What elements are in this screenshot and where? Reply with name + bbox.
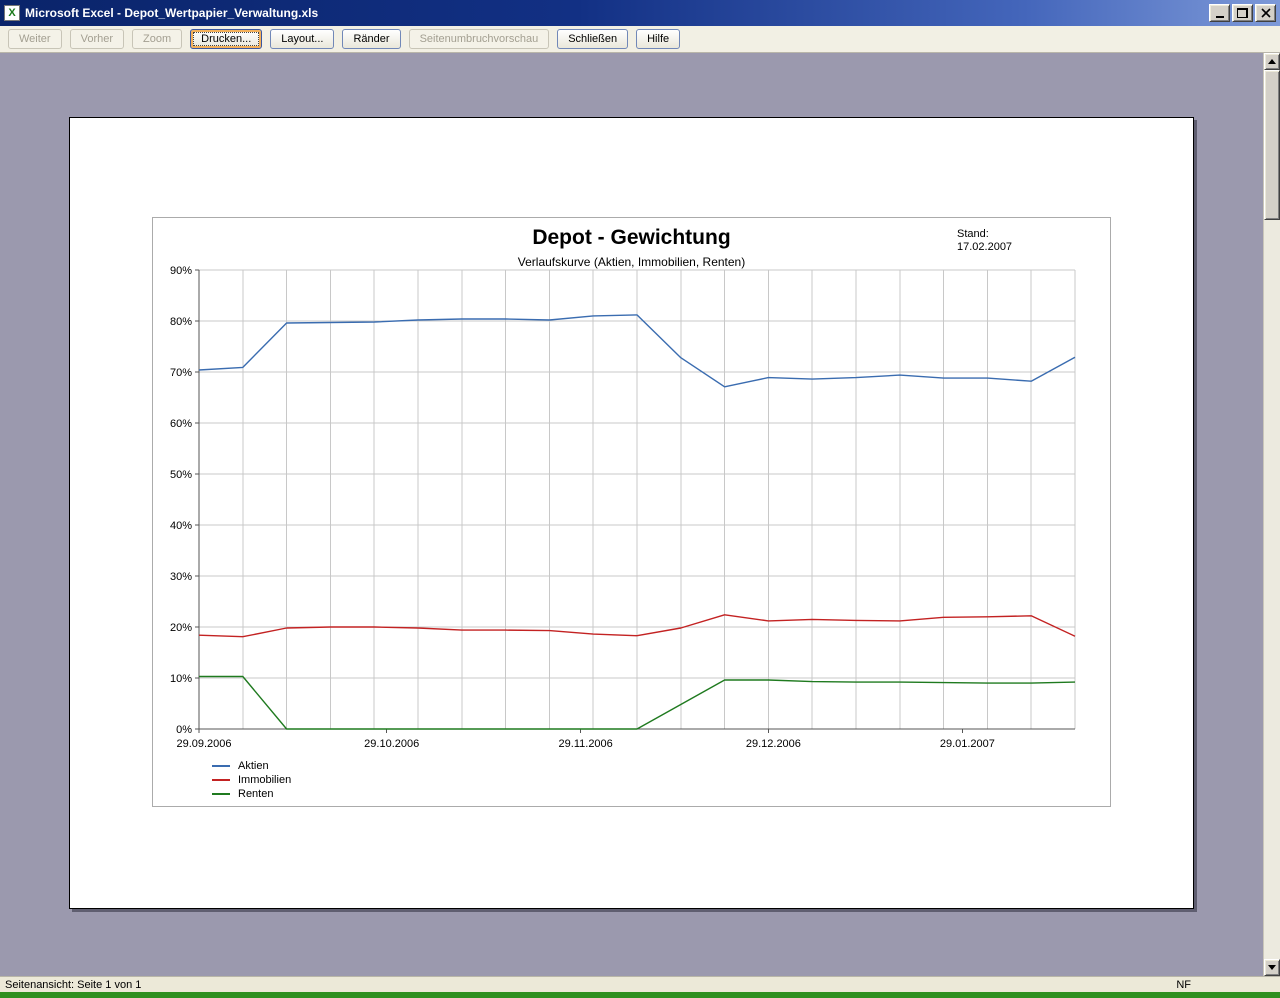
hilfe-button[interactable]: Hilfe bbox=[636, 29, 680, 49]
minimize-icon bbox=[1216, 16, 1224, 18]
svg-text:80%: 80% bbox=[170, 316, 192, 328]
bottom-green-strip bbox=[0, 992, 1280, 998]
scrollbar-thumb[interactable] bbox=[1264, 70, 1280, 220]
legend-item-immobilien: Immobilien bbox=[212, 773, 291, 787]
svg-text:30%: 30% bbox=[170, 571, 192, 583]
legend-label: Immobilien bbox=[238, 774, 291, 786]
schliessen-button[interactable]: Schließen bbox=[557, 29, 628, 49]
svg-text:0%: 0% bbox=[176, 724, 192, 736]
svg-text:60%: 60% bbox=[170, 418, 192, 430]
weiter-button: Weiter bbox=[8, 29, 62, 49]
restore-icon bbox=[1237, 8, 1248, 18]
immobilien-line-swatch bbox=[212, 779, 230, 781]
renten-line-swatch bbox=[212, 793, 230, 795]
statusbar: Seitenansicht: Seite 1 von 1 NF bbox=[0, 976, 1280, 992]
chart-frame: Depot - Gewichtung Verlaufskurve (Aktien… bbox=[152, 217, 1111, 807]
window-controls bbox=[1209, 4, 1276, 22]
scroll-down-button[interactable] bbox=[1264, 959, 1280, 976]
print-page: Depot - Gewichtung Verlaufskurve (Aktien… bbox=[69, 117, 1194, 909]
excel-app-icon: X bbox=[4, 5, 20, 21]
zoom-button: Zoom bbox=[132, 29, 182, 49]
triangle-up-icon bbox=[1268, 59, 1276, 64]
svg-text:29.11.2006: 29.11.2006 bbox=[559, 738, 613, 750]
svg-text:90%: 90% bbox=[170, 265, 192, 277]
excel-window: X Microsoft Excel - Depot_Wertpapier_Ver… bbox=[0, 0, 1280, 998]
svg-text:29.10.2006: 29.10.2006 bbox=[364, 738, 419, 750]
chart-legend: Aktien Immobilien Renten bbox=[212, 759, 291, 801]
legend-item-renten: Renten bbox=[212, 787, 291, 801]
legend-label: Aktien bbox=[238, 760, 269, 772]
scroll-up-button[interactable] bbox=[1264, 53, 1280, 70]
drucken-button[interactable]: Drucken... bbox=[190, 29, 262, 49]
window-title: Microsoft Excel - Depot_Wertpapier_Verwa… bbox=[25, 6, 1204, 20]
close-icon bbox=[1261, 8, 1271, 18]
preview-area: Depot - Gewichtung Verlaufskurve (Aktien… bbox=[0, 53, 1280, 976]
raender-button[interactable]: Ränder bbox=[342, 29, 400, 49]
minimize-button[interactable] bbox=[1209, 4, 1230, 22]
svg-text:29.01.2007: 29.01.2007 bbox=[940, 738, 995, 750]
triangle-down-icon bbox=[1268, 965, 1276, 970]
seitenumbruchvorschau-button: Seitenumbruchvorschau bbox=[409, 29, 550, 49]
svg-text:10%: 10% bbox=[170, 673, 192, 685]
svg-text:20%: 20% bbox=[170, 622, 192, 634]
restore-button[interactable] bbox=[1232, 4, 1253, 22]
print-preview-toolbar: Weiter Vorher Zoom Drucken... Layout... … bbox=[0, 26, 1280, 53]
close-button[interactable] bbox=[1255, 4, 1276, 22]
svg-text:40%: 40% bbox=[170, 520, 192, 532]
svg-text:29.12.2006: 29.12.2006 bbox=[746, 738, 801, 750]
aktien-line-swatch bbox=[212, 765, 230, 767]
legend-item-aktien: Aktien bbox=[212, 759, 291, 773]
layout-button[interactable]: Layout... bbox=[270, 29, 334, 49]
legend-label: Renten bbox=[238, 788, 273, 800]
svg-text:50%: 50% bbox=[170, 469, 192, 481]
statusbar-nf-indicator: NF bbox=[1176, 979, 1191, 991]
vorher-button: Vorher bbox=[70, 29, 124, 49]
svg-text:70%: 70% bbox=[170, 367, 192, 379]
chart-plot: 0% 10% 20% 30% 40% 50% 60% 70% 80% 90% 29.09.2006 2… bbox=[153, 218, 1110, 806]
statusbar-page-info: Seitenansicht: Seite 1 von 1 bbox=[5, 979, 141, 991]
titlebar: X Microsoft Excel - Depot_Wertpapier_Ver… bbox=[0, 0, 1280, 26]
vertical-scrollbar[interactable] bbox=[1263, 53, 1280, 976]
svg-text:29.09.2006: 29.09.2006 bbox=[176, 738, 231, 750]
